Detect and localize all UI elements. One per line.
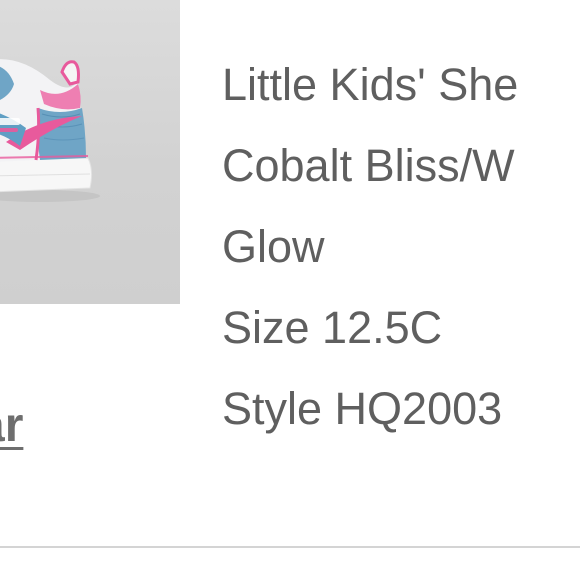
shoe-illustration [0, 59, 100, 202]
product-details: Little Kids' She Cobalt Bliss/W Glow Siz… [222, 44, 580, 449]
product-style: Style HQ2003 [222, 383, 503, 434]
product-name: Little Kids' She [222, 59, 519, 110]
product-color: Cobalt Bliss/W [222, 140, 515, 191]
product-image[interactable] [0, 0, 180, 304]
cart-item: Little Kids' She Cobalt Bliss/W Glow Siz… [0, 0, 580, 580]
action-link[interactable]: ar [0, 398, 23, 453]
divider [0, 546, 580, 548]
product-color-continued: Glow [222, 221, 325, 272]
product-size: Size 12.5C [222, 302, 443, 353]
